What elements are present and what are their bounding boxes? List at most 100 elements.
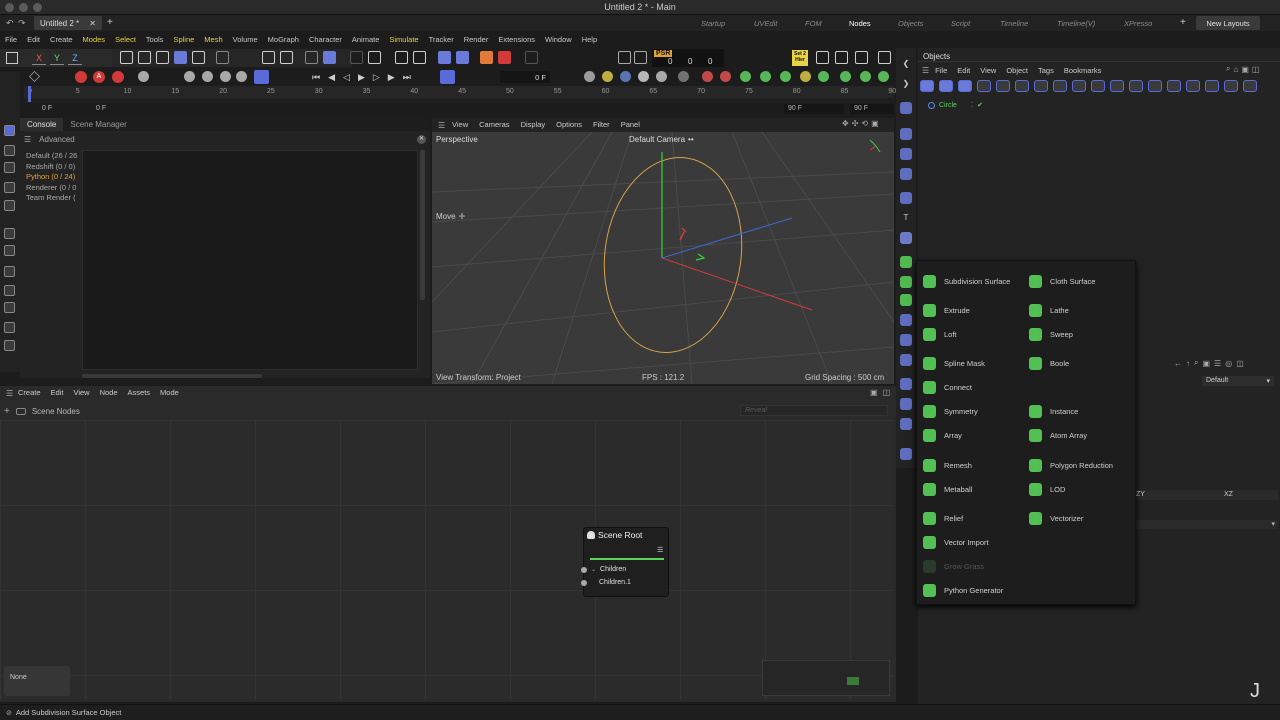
- tab-console[interactable]: Console: [20, 118, 64, 131]
- object-tool-spline-icon[interactable]: [977, 80, 991, 92]
- viewport-menu-filter[interactable]: Filter: [593, 120, 610, 129]
- console-category[interactable]: Redshift (0 / 0): [26, 162, 82, 173]
- last-frame-icon[interactable]: ⏭: [403, 72, 411, 83]
- key-filter-icon[interactable]: [254, 70, 269, 84]
- light-2-icon[interactable]: [900, 398, 912, 410]
- layout-tab-fom[interactable]: FOM: [805, 19, 822, 28]
- move-view-icon[interactable]: [4, 182, 15, 193]
- node-menu-icon[interactable]: ☰: [657, 546, 663, 554]
- hamburger-icon[interactable]: ☰: [438, 121, 445, 130]
- popup-item-subdivision-surface[interactable]: Subdivision Surface: [923, 274, 1010, 288]
- sculpt-icon[interactable]: [4, 302, 15, 313]
- popup-item-array[interactable]: Array: [923, 428, 962, 442]
- object-tool-effector-icon[interactable]: [1186, 80, 1200, 92]
- objects-menu-edit[interactable]: Edit: [957, 66, 970, 75]
- object-tool-deformer-icon[interactable]: [1015, 80, 1029, 92]
- console-advanced-label[interactable]: Advanced: [39, 135, 75, 144]
- deformer-2-icon[interactable]: [900, 334, 912, 346]
- object-name[interactable]: Circle: [939, 102, 957, 109]
- autokey-icon[interactable]: A: [93, 71, 105, 83]
- object-tool-hair-icon[interactable]: [1148, 80, 1162, 92]
- keyframe-settings-icon[interactable]: [112, 71, 124, 83]
- menu-tools[interactable]: Tools: [146, 35, 164, 44]
- popup-item-cloth-surface[interactable]: Cloth Surface: [1029, 274, 1095, 288]
- rotate-tool-icon[interactable]: [4, 145, 15, 156]
- mode-points-icon[interactable]: [156, 51, 169, 64]
- timeline-ruler[interactable]: 051015202530354045505560657075808590: [24, 86, 896, 98]
- popup-item-boole[interactable]: Boole: [1029, 356, 1069, 370]
- node-canvas[interactable]: [0, 420, 894, 700]
- plane-xz[interactable]: XZ: [1224, 491, 1233, 498]
- popup-item-vectorizer[interactable]: Vectorizer: [1029, 511, 1083, 525]
- popup-item-python-generator[interactable]: Python Generator: [923, 583, 1003, 597]
- home-icon[interactable]: ⌂: [1233, 65, 1238, 74]
- knife-tool-icon[interactable]: [4, 228, 15, 239]
- search-icon[interactable]: ⌕: [1226, 64, 1230, 74]
- play-icon[interactable]: ▶: [358, 72, 365, 83]
- objects-menu-bookmarks[interactable]: Bookmarks: [1064, 66, 1102, 75]
- scene-root-node[interactable]: Scene Root ☰ ⌄ Children Children.1: [581, 527, 669, 597]
- layout-tab-objects[interactable]: Objects: [898, 19, 923, 28]
- environment-icon[interactable]: [900, 418, 912, 430]
- doc-icon[interactable]: [816, 51, 829, 64]
- back-icon[interactable]: ←: [1174, 359, 1182, 368]
- render-view-icon[interactable]: [395, 51, 408, 64]
- popup-item-relief[interactable]: Relief: [923, 511, 963, 525]
- viewport-solo-icon[interactable]: [368, 51, 381, 64]
- text-icon[interactable]: T: [900, 212, 912, 224]
- menu-modes[interactable]: Modes: [83, 35, 106, 44]
- layout-tab-script[interactable]: Script: [951, 19, 970, 28]
- playhead[interactable]: [28, 86, 31, 102]
- tab-scene-manager[interactable]: Scene Manager: [63, 118, 133, 131]
- hamburger-icon[interactable]: ☰: [24, 135, 31, 144]
- visibility-dots-icon[interactable]: ⁚: [971, 101, 973, 109]
- new-window-icon[interactable]: ◫: [883, 388, 891, 397]
- hamburger-icon[interactable]: ☰: [922, 66, 929, 75]
- menu-window[interactable]: Window: [545, 35, 572, 44]
- undo-view-icon[interactable]: ❮: [900, 58, 912, 70]
- folder-icon[interactable]: [900, 148, 912, 160]
- popup-item-spline-mask[interactable]: Spline Mask: [923, 356, 985, 370]
- console-category[interactable]: Renderer (0 / 0: [26, 183, 82, 194]
- object-tool-camera-icon[interactable]: [1091, 80, 1105, 92]
- lock-icon[interactable]: ▣: [1241, 65, 1249, 74]
- menu-spline[interactable]: Spline: [173, 35, 194, 44]
- object-tool-light-icon[interactable]: [1110, 80, 1124, 92]
- minimap-viewport-indicator[interactable]: [847, 677, 859, 685]
- node-menu-node[interactable]: Node: [100, 388, 118, 397]
- scale-tool-icon[interactable]: [4, 162, 15, 173]
- node-minimap[interactable]: [762, 660, 890, 696]
- objects-menu-view[interactable]: View: [980, 66, 996, 75]
- settings-icon[interactable]: [634, 51, 647, 64]
- viewport-menu-view[interactable]: View: [452, 120, 468, 129]
- layout-tab-xpresso[interactable]: XPresso: [1124, 19, 1152, 28]
- tweak-icon[interactable]: [280, 51, 293, 64]
- next-frame-icon[interactable]: ▷: [373, 72, 380, 83]
- node-menu-mode[interactable]: Mode: [160, 388, 179, 397]
- new-layouts-button[interactable]: New Layouts: [1196, 16, 1260, 30]
- mode-polygons-icon[interactable]: [174, 51, 187, 64]
- viewport-menu-cameras[interactable]: Cameras: [479, 120, 509, 129]
- menu-simulate[interactable]: Simulate: [389, 35, 418, 44]
- object-tool-array-icon[interactable]: [958, 80, 972, 92]
- camera-label[interactable]: Default Camera ••: [629, 135, 694, 144]
- solo-icon[interactable]: [350, 51, 363, 64]
- new-tab-icon[interactable]: +: [107, 17, 113, 28]
- generator-icon[interactable]: [900, 232, 912, 244]
- attribute-dropdown[interactable]: ▾: [1136, 520, 1278, 529]
- popup-item-vector-import[interactable]: Vector Import: [923, 535, 989, 549]
- camera-view-icon[interactable]: [900, 128, 912, 140]
- close-tab-icon[interactable]: ✕: [89, 19, 96, 28]
- rotate-view-icon[interactable]: ⟲: [861, 119, 868, 128]
- popup-item-sweep[interactable]: Sweep: [1029, 327, 1073, 341]
- axis-z-toggle[interactable]: Z: [68, 51, 82, 65]
- input-port[interactable]: [581, 579, 587, 586]
- record-icon[interactable]: [75, 71, 87, 83]
- measure-icon[interactable]: [4, 340, 15, 351]
- object-tool-sky-icon[interactable]: [1129, 80, 1143, 92]
- add-layout-icon[interactable]: +: [1180, 17, 1186, 28]
- object-tool-python-icon[interactable]: [1167, 80, 1181, 92]
- cloner-icon[interactable]: [900, 256, 912, 268]
- popup-item-extrude[interactable]: Extrude: [923, 303, 970, 317]
- preview-end-field[interactable]: 90 F: [850, 104, 894, 114]
